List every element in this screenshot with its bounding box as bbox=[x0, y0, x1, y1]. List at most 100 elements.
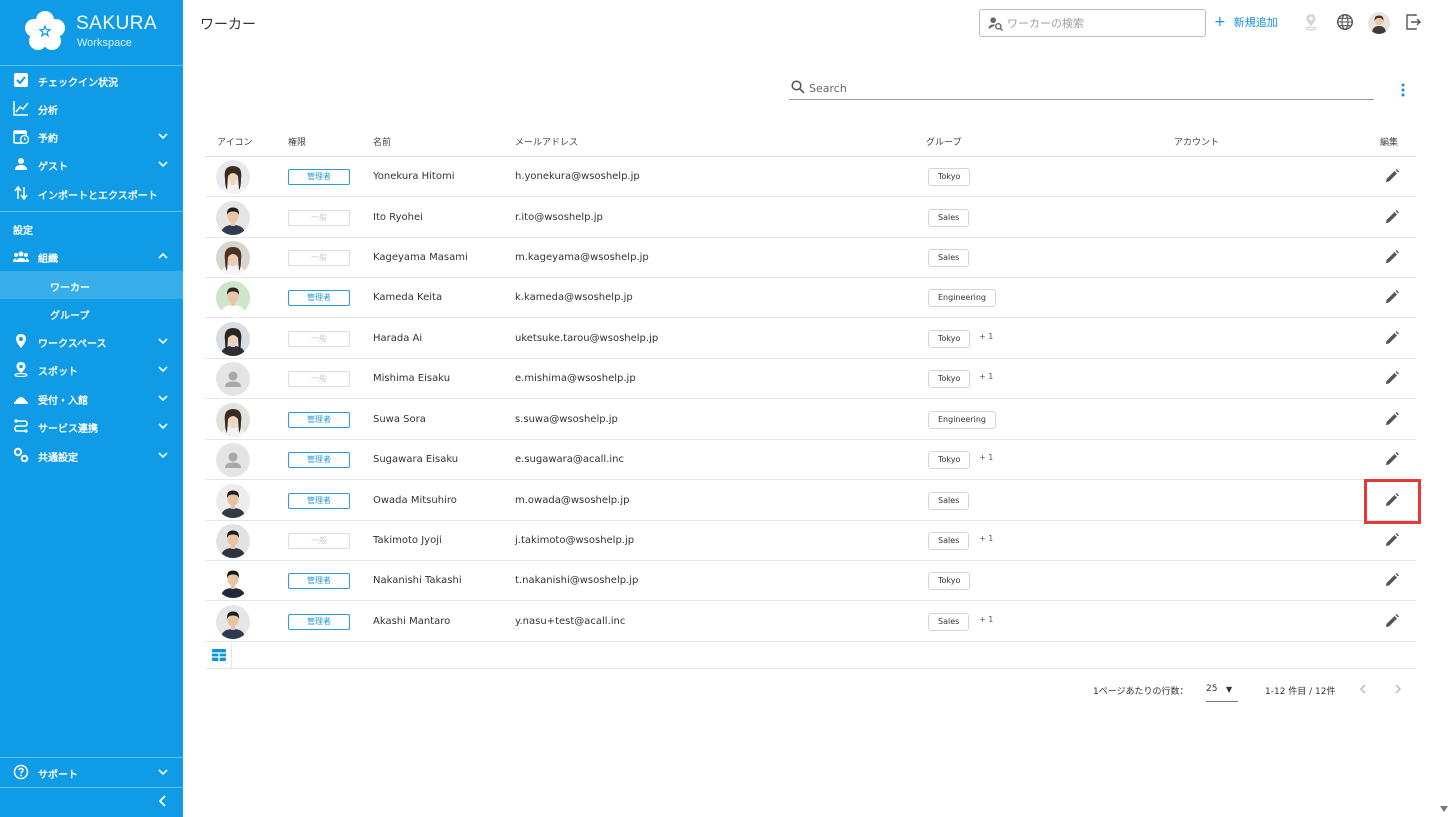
sidebar-subitem-groups[interactable]: グループ bbox=[0, 299, 183, 327]
sidebar-item-guest[interactable]: ゲスト bbox=[0, 150, 183, 178]
group-chip: Tokyo bbox=[928, 330, 971, 348]
more-options-icon[interactable] bbox=[1396, 82, 1410, 98]
edit-pencil-icon[interactable] bbox=[1383, 613, 1400, 630]
worker-name: Kageyama Masami bbox=[373, 252, 468, 263]
next-page-icon[interactable] bbox=[1392, 683, 1404, 695]
worker-email: r.ito@wsoshelp.jp bbox=[515, 212, 603, 223]
edit-pencil-icon[interactable] bbox=[1383, 249, 1400, 266]
edit-pencil-icon[interactable] bbox=[1383, 411, 1400, 428]
group-chip: Tokyo bbox=[928, 168, 971, 186]
table-search-box[interactable] bbox=[789, 78, 1374, 100]
group-more-count: + 1 bbox=[979, 372, 994, 381]
location-pin-icon bbox=[16, 334, 26, 348]
worker-name: Nakanishi Takashi bbox=[373, 575, 462, 586]
column-header-role[interactable]: 権限 bbox=[288, 135, 306, 148]
edit-pencil-icon[interactable] bbox=[1383, 451, 1400, 468]
group-more-count: + 1 bbox=[979, 534, 994, 543]
collapse-sidebar-icon[interactable] bbox=[155, 793, 171, 809]
role-badge: 一般 bbox=[288, 210, 350, 226]
people-icon bbox=[13, 251, 29, 262]
worker-name: Mishima Eisaku bbox=[373, 373, 451, 384]
group-chip: Tokyo bbox=[928, 572, 971, 590]
sidebar-item-analytics[interactable]: 分析 bbox=[0, 94, 183, 122]
app-root: SAKURA Workspace チェックイン状況 分析 予約 ゲスト インポー… bbox=[0, 0, 1452, 817]
column-header-account[interactable]: アカウント bbox=[1174, 135, 1219, 148]
column-header-name[interactable]: 名前 bbox=[373, 135, 391, 148]
sidebar-item-reception[interactable]: 受付・入館 bbox=[0, 384, 183, 412]
worker-email: h.yonekura@wsoshelp.jp bbox=[515, 171, 640, 182]
globe-icon[interactable] bbox=[1336, 13, 1354, 31]
column-header-email[interactable]: メールアドレス bbox=[515, 135, 578, 148]
worker-email: e.sugawara@acall.inc bbox=[515, 454, 625, 465]
sidebar-subitem-workers[interactable]: ワーカー bbox=[0, 271, 183, 299]
logout-icon[interactable] bbox=[1404, 13, 1422, 31]
page-title: ワーカー bbox=[200, 17, 256, 33]
table-row[interactable]: 管理者 Yonekura Hitomi h.yonekura@wsoshelp.jp… bbox=[205, 157, 1416, 197]
previous-page-icon[interactable] bbox=[1357, 683, 1369, 695]
column-header-icon: アイコン bbox=[217, 138, 253, 148]
table-row[interactable]: 管理者 Sugawara Eisaku e.sugawara@acall.inc To… bbox=[205, 440, 1416, 480]
sidebar-item-workspace[interactable]: ワークスペース bbox=[0, 327, 183, 355]
rows-per-page-select[interactable]: 25 ▼ bbox=[1206, 680, 1238, 702]
sidebar-item-checkin[interactable]: チェックイン状況 bbox=[0, 66, 183, 94]
location-pin-disabled-icon[interactable] bbox=[1302, 13, 1320, 31]
edit-pencil-icon[interactable] bbox=[1383, 289, 1400, 306]
table-row[interactable]: 一般 Kageyama Masami m.kageyama@wsoshelp.jp S… bbox=[205, 238, 1416, 278]
worker-name: Sugawara Eisaku bbox=[373, 454, 459, 465]
sidebar-item-spot[interactable]: スポット bbox=[0, 355, 183, 383]
worker-search-input[interactable] bbox=[1007, 14, 1197, 32]
table-search-input[interactable] bbox=[809, 80, 1349, 96]
brand-subtitle: Workspace bbox=[77, 37, 132, 49]
worker-name: Takimoto Jyoji bbox=[373, 535, 442, 546]
worker-search-box[interactable] bbox=[979, 9, 1206, 37]
user-avatar[interactable] bbox=[1368, 12, 1390, 34]
sidebar-item-label: ワークスペース bbox=[38, 339, 107, 350]
table-row[interactable]: 一般 Mishima Eisaku e.mishima@wsoshelp.jp Tok… bbox=[205, 359, 1416, 399]
brand[interactable]: SAKURA Workspace bbox=[0, 0, 183, 66]
help-icon bbox=[13, 764, 29, 780]
edit-pencil-icon[interactable] bbox=[1383, 209, 1400, 226]
worker-name: Owada Mitsuhiro bbox=[373, 495, 457, 506]
chevron-down-icon bbox=[158, 423, 168, 430]
table-row[interactable]: 一般 Takimoto Jyoji j.takimoto@wsoshelp.jp Sa… bbox=[205, 521, 1416, 561]
sidebar-item-import-export[interactable]: インポートとエクスポート bbox=[0, 179, 183, 207]
group-more-count: + 1 bbox=[979, 615, 994, 624]
worker-name: Harada Ai bbox=[373, 333, 423, 344]
edit-pencil-icon[interactable] bbox=[1383, 532, 1400, 549]
sidebar: SAKURA Workspace チェックイン状況 分析 予約 ゲスト インポー… bbox=[0, 0, 183, 817]
edit-pencil-icon[interactable] bbox=[1383, 572, 1400, 589]
worker-avatar bbox=[216, 241, 250, 275]
table-row[interactable]: 一般 Ito Ryohei r.ito@wsoshelp.jp Sales bbox=[205, 198, 1416, 238]
table-row[interactable]: 管理者 Nakanishi Takashi t.nakanishi@wsoshelp… bbox=[205, 561, 1416, 601]
table-row[interactable]: 管理者 Suwa Sora s.suwa@wsoshelp.jp Engineerin… bbox=[205, 400, 1416, 440]
scroll-down-arrow-icon[interactable] bbox=[1440, 805, 1448, 813]
table-row[interactable]: 管理者 Owada Mitsuhiro m.owada@wsoshelp.jp Sal… bbox=[205, 481, 1416, 521]
worker-avatar bbox=[216, 403, 250, 437]
add-new-button[interactable]: + 新規追加 bbox=[1214, 14, 1278, 30]
table-view-icon[interactable] bbox=[211, 648, 227, 662]
worker-avatar bbox=[216, 443, 250, 477]
edit-pencil-icon[interactable] bbox=[1383, 168, 1400, 185]
group-chip: Tokyo bbox=[928, 370, 971, 388]
role-badge: 管理者 bbox=[288, 493, 350, 509]
calendar-icon bbox=[13, 130, 29, 144]
highlight-annotation bbox=[1364, 479, 1421, 524]
table-row[interactable]: 一般 Harada Ai uketsuke.tarou@wsoshelp.jp Tok… bbox=[205, 319, 1416, 359]
worker-avatar bbox=[216, 362, 250, 396]
sidebar-section-label: 設定 bbox=[13, 226, 33, 237]
role-badge: 管理者 bbox=[288, 169, 350, 185]
worker-name: Suwa Sora bbox=[373, 414, 426, 425]
edit-pencil-icon[interactable] bbox=[1383, 330, 1400, 347]
group-chip: Engineering bbox=[928, 411, 996, 429]
sidebar-item-reservation[interactable]: 予約 bbox=[0, 122, 183, 150]
sidebar-item-organization[interactable]: 組織 bbox=[0, 242, 183, 270]
sidebar-item-common-settings[interactable]: 共通設定 bbox=[0, 441, 183, 469]
column-header-group[interactable]: グループ bbox=[926, 135, 961, 148]
role-badge: 管理者 bbox=[288, 290, 350, 306]
sidebar-item-service-link[interactable]: サービス連携 bbox=[0, 412, 183, 440]
table-row[interactable]: 管理者 Kameda Keita k.kameda@wsoshelp.jp Engin… bbox=[205, 278, 1416, 318]
group-chip: Sales bbox=[928, 249, 970, 267]
sidebar-item-support[interactable]: サポート bbox=[0, 758, 183, 786]
edit-pencil-icon[interactable] bbox=[1383, 370, 1400, 387]
table-row[interactable]: 管理者 Akashi Mantaro y.nasu+test@acall.inc Sa… bbox=[205, 602, 1416, 642]
